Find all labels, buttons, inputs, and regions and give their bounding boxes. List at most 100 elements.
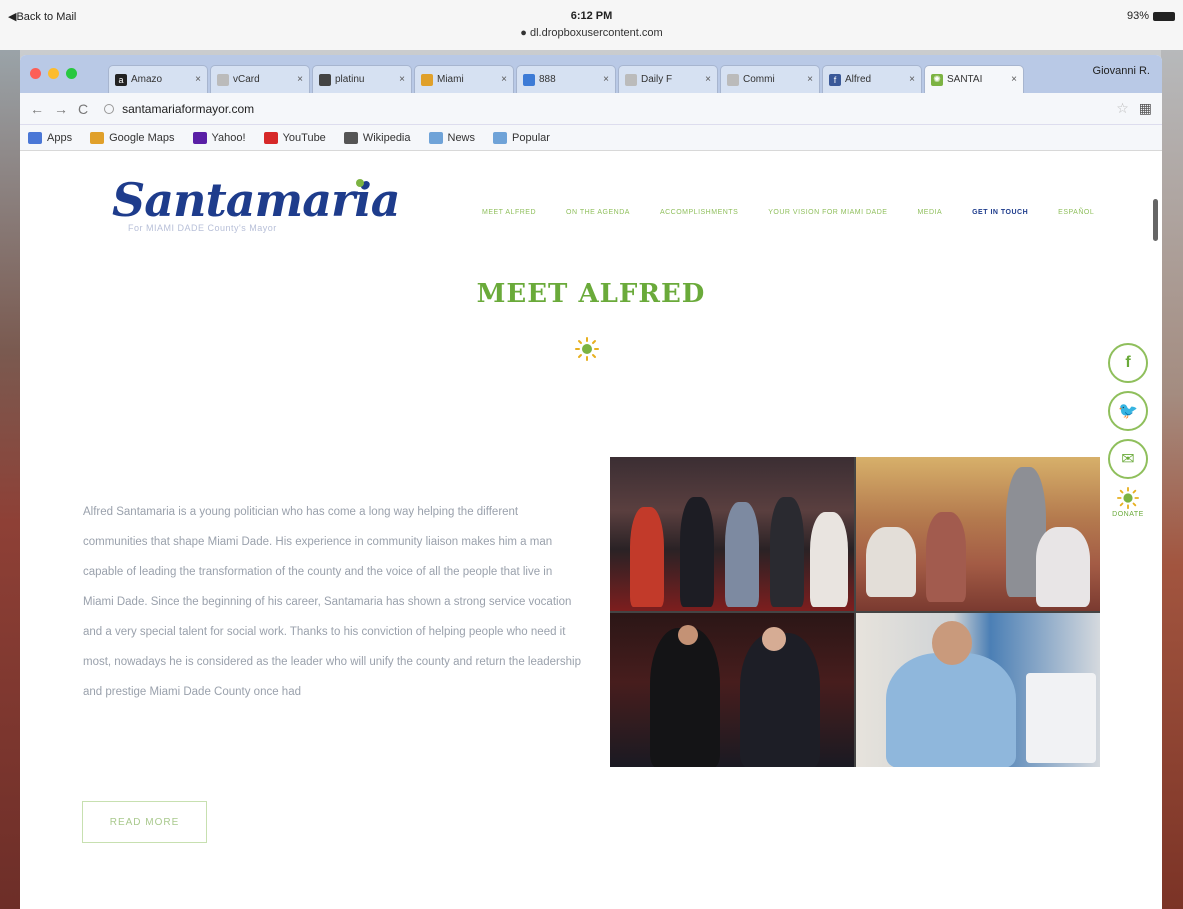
bookmark-item[interactable]: Yahoo! xyxy=(192,131,246,144)
site-logo[interactable]: Santamaria For MIAMI DADE County's Mayor xyxy=(112,173,401,233)
nav-link[interactable]: Meet Alfred xyxy=(482,209,536,216)
forward-arrow-icon[interactable]: → xyxy=(54,101,68,117)
back-arrow-icon[interactable]: ← xyxy=(30,101,44,117)
nav-link[interactable]: On the Agenda xyxy=(566,209,630,216)
bookmark-label: Yahoo! xyxy=(211,131,246,144)
bookmark-item[interactable]: Popular xyxy=(493,131,550,144)
email-icon[interactable]: ✉ xyxy=(1108,439,1148,479)
youtube-icon xyxy=(263,131,278,144)
browser-tab[interactable]: f Alfred × xyxy=(822,65,922,93)
tab-favicon-icon xyxy=(217,73,229,86)
close-tab-icon[interactable]: × xyxy=(807,74,813,85)
browser-tab[interactable]: Miami × xyxy=(414,65,514,93)
browser-window: a Amazo × vCard × platinu × Miami × 888 × Daily F × C… xyxy=(20,55,1162,909)
tab-title: platinu xyxy=(335,74,365,85)
nav-link[interactable]: Your Vision for Miami Dade xyxy=(768,209,887,216)
tab-title: Commi xyxy=(743,74,775,85)
yahoo-icon xyxy=(192,131,207,144)
close-window-icon[interactable] xyxy=(30,68,41,79)
bookmark-label: Popular xyxy=(512,131,550,144)
tab-title: Amazo xyxy=(131,74,163,85)
donate-link[interactable]: DONATE xyxy=(1112,511,1144,518)
bookmark-item[interactable]: Wikipedia xyxy=(343,131,411,144)
community-event-photo xyxy=(856,457,1100,611)
address-bar-url: santamariaformayor.com xyxy=(122,101,255,116)
nav-link[interactable]: Get in Touch xyxy=(972,209,1028,216)
address-bar[interactable]: santamariaformayor.com xyxy=(98,98,1106,120)
facebook-icon[interactable]: f xyxy=(1108,343,1148,383)
read-more-button[interactable]: READ MORE xyxy=(82,801,207,843)
crowd-photo xyxy=(610,457,854,611)
web-page: Santamaria For MIAMI DADE County's Mayor… xyxy=(20,151,1162,909)
site-navigation: Meet Alfred On the Agenda Accomplishments Y… xyxy=(482,209,1094,216)
chrome-menu-icon[interactable]: ▦ xyxy=(1139,100,1152,117)
bookmarks-bar: Apps Google Maps Yahoo! YouTube Wikipedia New… xyxy=(20,125,1162,151)
folder-icon xyxy=(428,131,443,144)
nav-link[interactable]: Español xyxy=(1058,209,1094,216)
browser-tab[interactable]: 888 × xyxy=(516,65,616,93)
nav-link[interactable]: Media xyxy=(917,209,942,216)
portrait-photo xyxy=(856,613,1100,767)
tab-favicon-icon xyxy=(319,73,331,86)
bookmark-label: News xyxy=(447,131,476,144)
close-tab-icon[interactable]: × xyxy=(909,74,915,85)
tab-favicon-icon xyxy=(523,73,535,86)
bookmark-label: Apps xyxy=(47,131,73,144)
bio-paragraph: Alfred Santamaria is a young politician … xyxy=(83,506,581,698)
tab-title: Miami xyxy=(437,74,464,85)
page-scrollbar[interactable] xyxy=(1153,199,1158,241)
social-sidebar: f 🐦 ✉ DONATE xyxy=(1108,343,1148,518)
close-tab-icon[interactable]: × xyxy=(297,74,303,85)
tab-strip: a Amazo × vCard × platinu × Miami × 888 × Daily F × C… xyxy=(20,55,1162,93)
bookmark-label: Google Maps xyxy=(109,131,175,144)
close-tab-icon[interactable]: × xyxy=(603,74,609,85)
battery-percent: 93% xyxy=(1126,10,1149,22)
tab-favicon-icon: a xyxy=(115,73,127,86)
zoom-window-icon[interactable] xyxy=(66,68,77,79)
logo-dot xyxy=(356,179,364,187)
handshake-photo xyxy=(610,613,854,767)
clock: 6:12 PM xyxy=(570,10,613,22)
profile-button[interactable]: Giovanni R. xyxy=(1093,65,1150,77)
sun-icon xyxy=(575,337,599,361)
bookmark-star-icon[interactable]: ☆ xyxy=(1116,100,1129,117)
window-controls xyxy=(30,68,77,79)
reload-icon[interactable]: C xyxy=(78,101,88,117)
browser-tab[interactable]: vCard × xyxy=(210,65,310,93)
minimize-window-icon[interactable] xyxy=(48,68,59,79)
close-tab-icon[interactable]: × xyxy=(1011,74,1017,85)
status-domain: ● dl.dropboxusercontent.com xyxy=(520,27,663,39)
tab-favicon-icon xyxy=(727,73,739,86)
close-tab-icon[interactable]: × xyxy=(501,74,507,85)
browser-toolbar: ← → C santamariaformayor.com ☆ ▦ xyxy=(20,93,1162,125)
nav-link[interactable]: Accomplishments xyxy=(660,209,738,216)
tab-title: 888 xyxy=(539,74,556,85)
browser-tab[interactable]: ✺ SANTAI × xyxy=(924,65,1024,93)
browser-tab[interactable]: a Amazo × xyxy=(108,65,208,93)
browser-tab[interactable]: Daily F × xyxy=(618,65,718,93)
battery-indicator: 93% xyxy=(1127,10,1175,22)
bookmark-item[interactable]: News xyxy=(428,131,476,144)
apps-icon xyxy=(28,131,42,144)
close-tab-icon[interactable]: × xyxy=(399,74,405,85)
bookmark-item[interactable]: YouTube xyxy=(263,131,326,144)
tab-favicon-icon xyxy=(625,73,637,86)
desktop-background-left xyxy=(0,50,20,909)
desktop-background-right xyxy=(1161,50,1183,909)
tab-title: Daily F xyxy=(641,74,673,85)
tab-title: SANTAI xyxy=(947,74,983,85)
twitter-icon[interactable]: 🐦 xyxy=(1108,391,1148,431)
browser-tab[interactable]: platinu × xyxy=(312,65,412,93)
status-domain-text: dl.dropboxusercontent.com xyxy=(530,27,663,39)
bookmark-item[interactable]: Apps xyxy=(28,131,73,144)
close-tab-icon[interactable]: × xyxy=(195,74,201,85)
bookmark-item[interactable]: Google Maps xyxy=(90,131,175,144)
browser-tab[interactable]: Commi × xyxy=(720,65,820,93)
photo-collage xyxy=(610,457,1100,767)
donate-sun-icon[interactable] xyxy=(1117,487,1139,509)
google-maps-icon xyxy=(90,131,105,144)
close-tab-icon[interactable]: × xyxy=(705,74,711,85)
bookmark-label: Wikipedia xyxy=(362,131,411,144)
page-info-icon[interactable] xyxy=(104,103,115,114)
folder-icon xyxy=(493,131,508,144)
